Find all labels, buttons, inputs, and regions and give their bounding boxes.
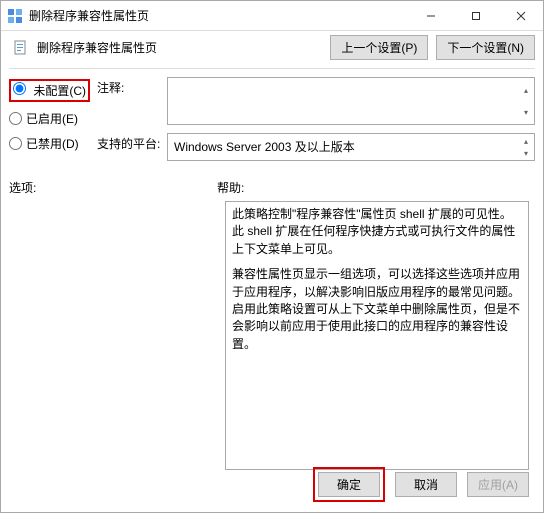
scroll-down-icon[interactable]: ▾ <box>519 101 533 123</box>
next-setting-button[interactable]: 下一个设置(N) <box>436 35 535 60</box>
apply-button[interactable]: 应用(A) <box>467 472 529 497</box>
help-label: 帮助: <box>217 179 244 196</box>
help-paragraph: 兼容性属性页显示一组选项，可以选择这些选项并应用于应用程序，以解决影响旧版应用程… <box>232 266 522 353</box>
scroll-up-icon[interactable]: ▴ <box>519 135 533 147</box>
page-title: 删除程序兼容性属性页 <box>37 39 330 56</box>
radio-disabled-label: 已禁用(D) <box>26 135 79 152</box>
help-text-box: 此策略控制"程序兼容性"属性页 shell 扩展的可见性。此 shell 扩展在… <box>225 201 529 470</box>
app-icon <box>7 8 23 24</box>
radio-not-configured-label: 未配置(C) <box>33 84 86 98</box>
close-button[interactable] <box>498 2 543 30</box>
ok-button[interactable]: 确定 <box>318 472 380 497</box>
platform-label: 支持的平台: <box>97 133 167 161</box>
scroll-up-icon[interactable]: ▴ <box>519 79 533 101</box>
supported-platforms-field: Windows Server 2003 及以上版本 ▴▾ <box>167 133 535 161</box>
radio-enabled-label: 已启用(E) <box>26 110 78 127</box>
config-radio-group: 未配置(C) 已启用(E) 已禁用(D) <box>9 77 97 169</box>
previous-setting-button[interactable]: 上一个设置(P) <box>330 35 428 60</box>
maximize-button[interactable] <box>453 2 498 30</box>
comment-field[interactable]: ▴▾ <box>167 77 535 125</box>
comment-label: 注释: <box>97 77 167 125</box>
platform-value: Windows Server 2003 及以上版本 <box>174 140 355 154</box>
policy-icon <box>13 40 29 56</box>
minimize-button[interactable] <box>408 2 453 30</box>
radio-enabled[interactable] <box>9 112 22 125</box>
radio-not-configured[interactable] <box>13 82 26 95</box>
radio-disabled[interactable] <box>9 137 22 150</box>
options-label: 选项: <box>9 179 217 196</box>
window-title: 删除程序兼容性属性页 <box>29 7 408 24</box>
help-paragraph: 此策略控制"程序兼容性"属性页 shell 扩展的可见性。此 shell 扩展在… <box>232 206 522 258</box>
titlebar: 删除程序兼容性属性页 <box>1 1 543 31</box>
scroll-down-icon[interactable]: ▾ <box>519 147 533 159</box>
cancel-button[interactable]: 取消 <box>395 472 457 497</box>
